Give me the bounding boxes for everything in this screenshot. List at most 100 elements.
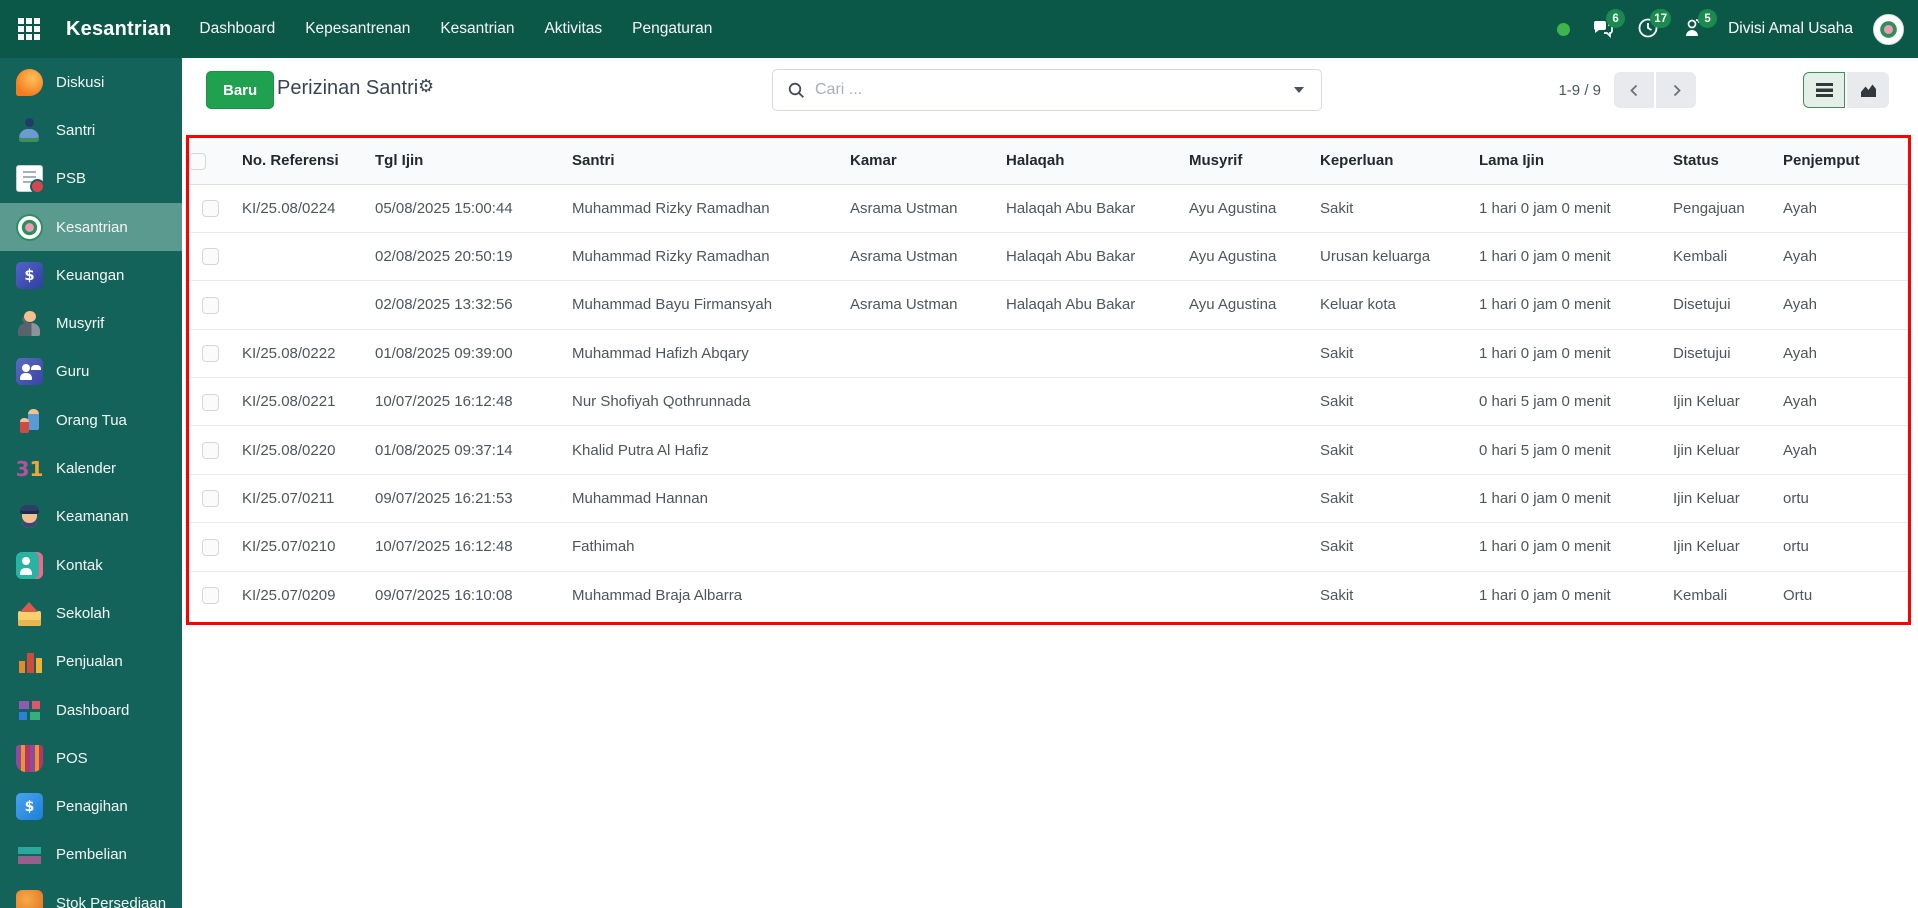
chart-view-button[interactable] [1847, 72, 1889, 108]
row-checkbox[interactable] [202, 490, 219, 507]
table-row[interactable]: 02/08/2025 20:50:19 Muhammad Rizky Ramad… [189, 232, 1908, 280]
top-menu-item[interactable]: Pengaturan [632, 20, 712, 38]
column-header[interactable]: Santri [562, 138, 840, 184]
cell-tgl-ijin: 10/07/2025 16:12:48 [365, 523, 562, 571]
column-header[interactable]: Penjemput [1773, 138, 1908, 184]
new-record-button[interactable]: Baru [206, 71, 274, 109]
sidebar-item[interactable]: Orang Tua [0, 396, 182, 444]
column-header[interactable]: Halaqah [996, 138, 1179, 184]
row-checkbox[interactable] [202, 200, 219, 217]
sidebar-item[interactable]: POS [0, 734, 182, 782]
sidebar-item[interactable]: Guru [0, 348, 182, 396]
list-view-button[interactable] [1803, 72, 1845, 108]
requests-button[interactable]: 5 [1682, 16, 1708, 42]
row-checkbox[interactable] [202, 345, 219, 362]
keuangan-icon [16, 262, 43, 289]
pager-prev-button[interactable] [1614, 72, 1654, 108]
table-row[interactable]: KI/25.07/0211 09/07/2025 16:21:53 Muhamm… [189, 474, 1908, 522]
row-checkbox[interactable] [202, 587, 219, 604]
cell-lama-ijin: 0 hari 5 jam 0 menit [1469, 426, 1663, 474]
sidebar-item[interactable]: Penjualan [0, 638, 182, 686]
sidebar-item[interactable]: Musyrif [0, 299, 182, 347]
top-menu-item[interactable]: Kepesantrenan [305, 20, 410, 38]
sidebar-item[interactable]: Diskusi [0, 58, 182, 106]
sidebar-item[interactable]: Penagihan [0, 782, 182, 830]
kontak-icon [16, 552, 43, 579]
column-header[interactable]: Musyrif [1179, 138, 1310, 184]
sidebar-item[interactable]: Keamanan [0, 493, 182, 541]
sidebar-item[interactable]: Pembelian [0, 831, 182, 879]
apps-grid-icon[interactable] [18, 18, 40, 40]
messages-badge: 6 [1606, 9, 1625, 28]
row-checkbox[interactable] [202, 394, 219, 411]
sidebar-item[interactable]: Kalender [0, 444, 182, 492]
pos-icon [16, 745, 43, 772]
app-title[interactable]: Kesantrian [66, 18, 171, 41]
cell-ref [232, 232, 365, 280]
messages-button[interactable]: 6 [1590, 16, 1616, 42]
search-dropdown-toggle[interactable] [1277, 70, 1321, 110]
row-checkbox[interactable] [202, 442, 219, 459]
row-checkbox[interactable] [202, 248, 219, 265]
cell-status: Disetujui [1663, 281, 1773, 329]
sidebar-item[interactable]: Santri [0, 106, 182, 154]
search-input[interactable] [815, 81, 1277, 99]
sidebar-item-label: POS [56, 750, 88, 767]
cell-ref: KI/25.08/0220 [232, 426, 365, 474]
cell-santri: Khalid Putra Al Hafiz [562, 426, 840, 474]
column-header[interactable]: Tgl Ijin [365, 138, 562, 184]
cell-kamar: Asrama Ustman [840, 232, 996, 280]
sidebar-item[interactable]: Keuangan [0, 251, 182, 299]
table-row[interactable]: KI/25.08/0222 01/08/2025 09:39:00 Muhamm… [189, 329, 1908, 377]
column-header[interactable]: Kamar [840, 138, 996, 184]
top-menu-item[interactable]: Dashboard [199, 20, 275, 38]
sidebar-item[interactable]: Dashboard [0, 686, 182, 734]
view-switcher [1803, 72, 1889, 108]
table-row[interactable]: KI/25.08/0221 10/07/2025 16:12:48 Nur Sh… [189, 378, 1908, 426]
top-menu-item[interactable]: Kesantrian [440, 20, 514, 38]
column-header[interactable]: Status [1663, 138, 1773, 184]
table-row[interactable]: KI/25.08/0224 05/08/2025 15:00:44 Muhamm… [189, 184, 1908, 232]
cell-status: Kembali [1663, 571, 1773, 619]
column-header[interactable]: Keperluan [1310, 138, 1469, 184]
select-all-checkbox[interactable] [189, 153, 206, 170]
cell-penjemput: Ayah [1773, 232, 1908, 280]
sidebar-item-label: Sekolah [56, 605, 110, 622]
records-table: No. ReferensiTgl IjinSantriKamarHalaqahM… [189, 138, 1908, 620]
sidebar-item-label: Dashboard [56, 702, 129, 719]
activities-button[interactable]: 17 [1636, 16, 1662, 42]
row-checkbox[interactable] [202, 539, 219, 556]
cell-status: Ijin Keluar [1663, 426, 1773, 474]
cell-santri: Muhammad Hafizh Abqary [562, 329, 840, 377]
table-row[interactable]: KI/25.08/0220 01/08/2025 09:37:14 Khalid… [189, 426, 1908, 474]
row-checkbox[interactable] [202, 297, 219, 314]
cell-tgl-ijin: 01/08/2025 09:37:14 [365, 426, 562, 474]
company-name[interactable]: Divisi Amal Usaha [1728, 20, 1853, 38]
sidebar-item-label: Pembelian [56, 846, 127, 863]
sidebar-item[interactable]: PSB [0, 155, 182, 203]
settings-gear-icon[interactable]: ⚙ [418, 76, 434, 97]
pager-next-button[interactable] [1656, 72, 1696, 108]
top-menu-item[interactable]: Aktivitas [544, 20, 602, 38]
cell-status: Ijin Keluar [1663, 474, 1773, 522]
table-row[interactable]: KI/25.07/0209 09/07/2025 16:10:08 Muhamm… [189, 571, 1908, 619]
column-header[interactable]: Lama Ijin [1469, 138, 1663, 184]
table-row[interactable]: 02/08/2025 13:32:56 Muhammad Bayu Firman… [189, 281, 1908, 329]
area-chart-icon [1860, 83, 1877, 98]
caret-down-icon [1294, 87, 1304, 93]
penagihan-icon [16, 793, 43, 820]
sidebar-item[interactable]: Sekolah [0, 589, 182, 637]
cell-musyrif [1179, 378, 1310, 426]
annotation-highlight: No. ReferensiTgl IjinSantriKamarHalaqahM… [186, 135, 1911, 625]
top-navbar: Kesantrian Dashboard Kepesantrenan Kesantr… [0, 0, 1918, 58]
column-header[interactable]: No. Referensi [232, 138, 365, 184]
sidebar-item[interactable]: Kesantrian [0, 203, 182, 251]
sidebar-item-label: Kalender [56, 460, 116, 477]
sidebar-item[interactable]: Stok Persediaan [0, 879, 182, 908]
cell-ref: KI/25.08/0221 [232, 378, 365, 426]
cell-ref: KI/25.07/0209 [232, 571, 365, 619]
user-avatar[interactable] [1873, 14, 1904, 45]
table-row[interactable]: KI/25.07/0210 10/07/2025 16:12:48 Fathim… [189, 523, 1908, 571]
cell-halaqah [996, 474, 1179, 522]
sidebar-item[interactable]: Kontak [0, 541, 182, 589]
